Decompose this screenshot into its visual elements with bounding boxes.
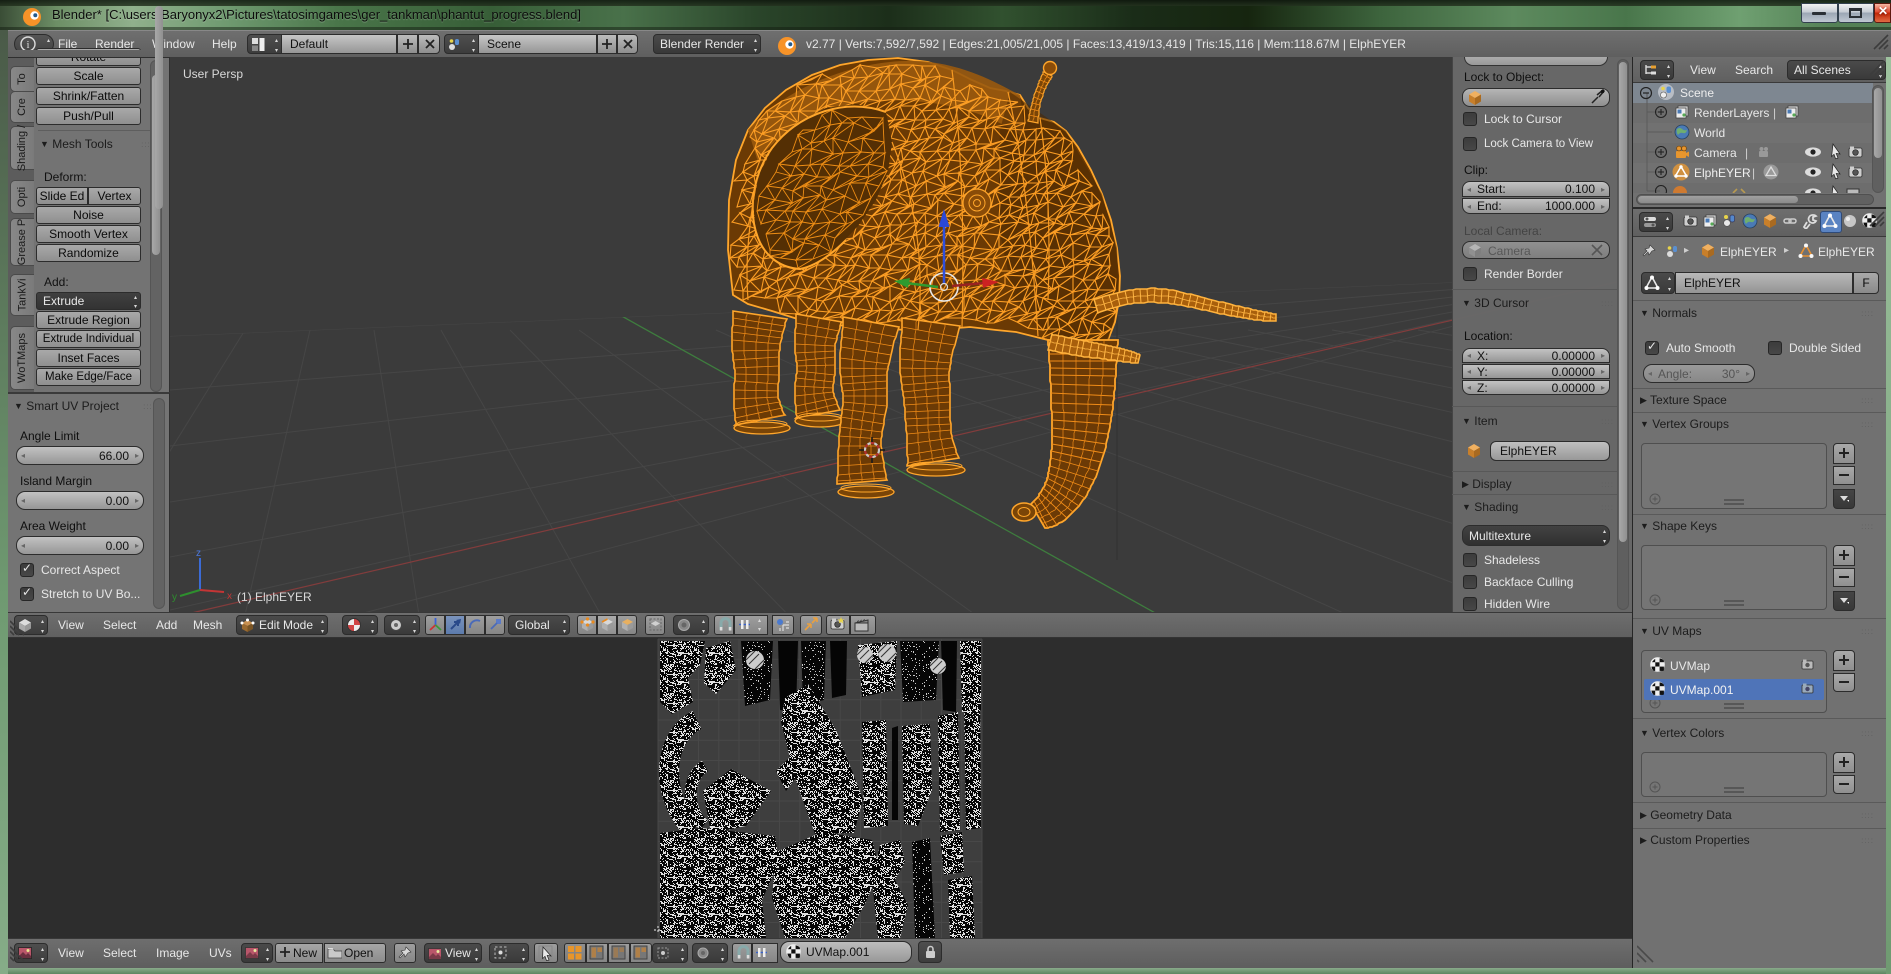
svg-text:User Persp: User Persp <box>183 67 243 81</box>
svg-text:z: z <box>196 548 201 559</box>
svg-text:y: y <box>172 592 177 603</box>
svg-text:x: x <box>227 591 232 602</box>
svg-text:(1) ElphEYER: (1) ElphEYER <box>237 590 312 604</box>
